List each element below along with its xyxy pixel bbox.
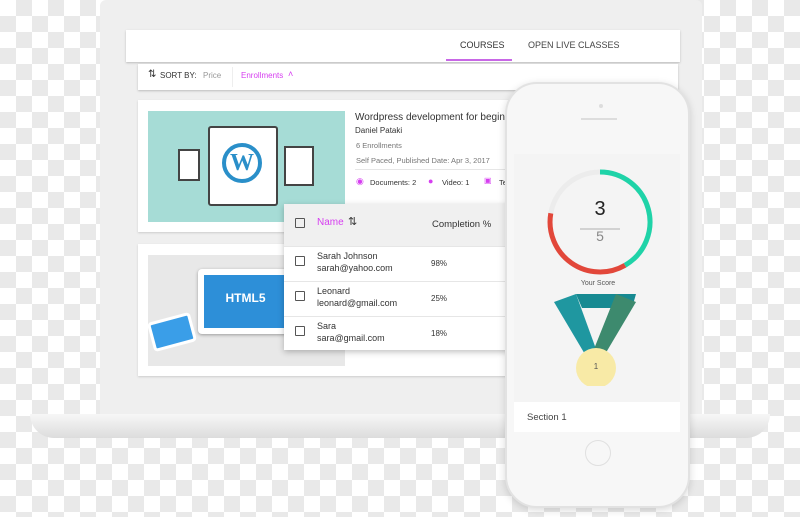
name-header[interactable]: Name: [317, 217, 344, 228]
course-meta: Self Paced, Published Date: Apr 3, 2017: [356, 156, 490, 165]
section-label: Section 1: [527, 412, 567, 423]
tab-bar: COURSES OPEN LIVE CLASSES: [126, 30, 680, 62]
table-row[interactable]: Leonard leonard@gmail.com 25%: [284, 281, 510, 316]
html5-screen: HTML5: [204, 275, 287, 328]
chevron-up-icon: ˄: [288, 69, 294, 79]
score-value: 3: [594, 198, 606, 220]
student-email: sara@gmail.com: [317, 333, 385, 343]
phone-home-button[interactable]: [585, 440, 611, 466]
students-table: Name ⇅ Completion % Sarah Johnson sarah@…: [284, 204, 510, 350]
wordpress-logo: W: [222, 143, 262, 183]
medal-icon: [554, 294, 636, 386]
table-row[interactable]: Sarah Johnson sarah@yahoo.com 98%: [284, 246, 510, 281]
sort-price[interactable]: Price: [203, 71, 221, 80]
student-email: sarah@yahoo.com: [317, 263, 393, 273]
phone-camera: [599, 104, 603, 108]
sort-icon[interactable]: ⇅: [348, 215, 357, 228]
tab-courses[interactable]: COURSES: [460, 40, 505, 50]
video-count: Video: 1: [442, 178, 470, 187]
student-name: Sara: [317, 321, 337, 331]
score-total: 5: [596, 228, 604, 244]
sort-label: SORT BY:: [160, 71, 197, 80]
student-name: Leonard: [317, 286, 351, 296]
course-enrollments: 6 Enrollments: [356, 141, 402, 150]
completion: 18%: [431, 329, 448, 338]
table-row[interactable]: Sara sara@gmail.com 18%: [284, 316, 510, 351]
phone-screen: 3 5 Your Score 1 Section 1: [514, 154, 680, 432]
medal-rank: 1: [593, 362, 599, 371]
text-icon: ▣: [484, 176, 492, 185]
completion: 25%: [431, 294, 448, 303]
score-label: Your Score: [580, 280, 616, 287]
course-author: Daniel Pataki: [355, 126, 403, 135]
phone-speaker: [581, 118, 617, 120]
documents-icon: ◉: [356, 176, 364, 186]
row-checkbox[interactable]: [295, 256, 305, 266]
completion-header[interactable]: Completion %: [432, 219, 491, 230]
row-checkbox[interactable]: [295, 326, 305, 336]
active-tab-indicator: [446, 59, 512, 61]
row-checkbox[interactable]: [295, 291, 305, 301]
student-name: Sarah Johnson: [317, 251, 378, 261]
documents-count: Documents: 2: [370, 178, 417, 187]
tab-open-live-classes[interactable]: OPEN LIVE CLASSES: [528, 40, 620, 50]
select-all-checkbox[interactable]: [295, 218, 305, 228]
table-header: Name ⇅ Completion %: [284, 204, 510, 246]
student-email: leonard@gmail.com: [317, 298, 398, 308]
sort-icon: ⇅: [148, 69, 157, 80]
course-title[interactable]: Wordpress development for beginners: [355, 112, 524, 123]
score-ring: [547, 169, 653, 275]
completion: 98%: [431, 259, 448, 268]
sort-enrollments[interactable]: Enrollments: [241, 71, 283, 80]
section-row[interactable]: Section 1: [514, 402, 680, 432]
video-icon: ●: [428, 176, 434, 186]
